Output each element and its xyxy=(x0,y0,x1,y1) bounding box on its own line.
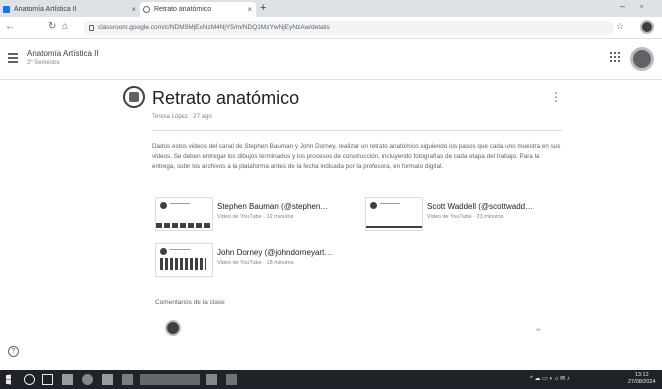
task-view-icon[interactable] xyxy=(42,374,53,385)
home-icon[interactable]: ⌂ xyxy=(62,21,68,32)
help-icon[interactable]: ? xyxy=(8,346,19,357)
clock-date: 27/08/2024 xyxy=(628,379,656,385)
attachment-card[interactable]: John Dorney (@johndorneyart… Video de Yo… xyxy=(155,243,345,277)
attachment-title: Scott Waddell (@scottwadd… xyxy=(427,202,534,211)
back-arrow-icon[interactable]: ← xyxy=(5,21,15,32)
browser-toolbar: ← ↻ ⌂ classroom.google.com/c/NDM5MjExNzM… xyxy=(0,17,662,39)
clock-time: 13:12 xyxy=(634,372,649,378)
attachment-subtitle: Video de YouTube · 18 minutos xyxy=(217,260,294,266)
reload-icon[interactable]: ↻ xyxy=(48,21,56,32)
attachment-title: Stephen Bauman (@stephen… xyxy=(217,202,329,211)
taskbar-clock[interactable]: 13:12 27/08/2024 xyxy=(628,372,656,386)
classroom-favicon-icon xyxy=(3,6,10,13)
attachment-card[interactable]: Scott Waddell (@scottwadd… Video de YouT… xyxy=(365,197,565,231)
commenter-avatar xyxy=(165,320,181,336)
tab-title: Anatomía Artística II xyxy=(14,6,77,13)
divider xyxy=(152,130,562,131)
more-options-icon[interactable]: ⋮ xyxy=(550,90,562,104)
search-icon[interactable] xyxy=(24,374,35,385)
active-app-icon[interactable] xyxy=(140,374,200,385)
restore-icon[interactable]: ▫ xyxy=(640,1,643,11)
class-comments-label[interactable]: Comentarios de la clase xyxy=(155,299,225,306)
address-bar[interactable]: classroom.google.com/c/NDM5MjExNzM4NjY5/… xyxy=(84,21,614,35)
browser-taskbar-icon[interactable] xyxy=(82,374,93,385)
windows-start-icon[interactable] xyxy=(6,374,11,385)
windows-taskbar: ^ ☁ ▭ ◐ ⌂ ✉ ♪ 13:12 27/08/2024 xyxy=(0,370,662,389)
course-section: 2º Semestre xyxy=(27,60,60,66)
globe-icon xyxy=(143,6,150,13)
attachment-title: John Dorney (@johndorneyart… xyxy=(217,248,333,257)
file-explorer-icon[interactable] xyxy=(62,374,73,385)
app-icon[interactable] xyxy=(226,374,237,385)
send-icon[interactable]: ➢ xyxy=(535,325,542,334)
attachment-subtitle: Video de YouTube · 23 minutos xyxy=(427,214,504,220)
assignment-icon xyxy=(123,86,145,108)
lock-icon xyxy=(89,25,94,31)
video-thumbnail xyxy=(365,197,423,231)
system-tray-icons[interactable]: ^ ☁ ▭ ◐ ⌂ ✉ ♪ xyxy=(530,375,570,382)
url-text: classroom.google.com/c/NDM5MjExNzM4NjY5/… xyxy=(98,24,330,31)
post-description: Dados estos videos del canal de Stephen … xyxy=(152,143,561,170)
extensions-icon[interactable]: ☆ xyxy=(616,21,624,32)
course-name[interactable]: Anatomía Artística II xyxy=(27,49,99,58)
post-meta: Teresa López · 27 ago xyxy=(152,114,212,120)
browser-profile-avatar[interactable] xyxy=(640,20,654,34)
browser-tab-classroom[interactable]: Anatomía Artística II × xyxy=(0,2,140,17)
close-icon[interactable]: × xyxy=(131,2,136,17)
minimize-icon[interactable]: – xyxy=(620,1,625,11)
browser-tab-active[interactable]: Retrato anatómico × xyxy=(140,2,256,17)
new-tab-icon[interactable]: + xyxy=(260,2,266,14)
app-icon[interactable] xyxy=(122,374,133,385)
mail-icon[interactable] xyxy=(102,374,113,385)
tab-title: Retrato anatómico xyxy=(154,6,212,13)
video-thumbnail xyxy=(155,243,213,277)
close-icon[interactable]: × xyxy=(247,2,252,17)
classroom-header: Anatomía Artística II 2º Semestre xyxy=(0,40,662,80)
post-title: Retrato anatómico xyxy=(152,88,300,108)
browser-tab-strip: Anatomía Artística II × Retrato anatómic… xyxy=(0,0,662,17)
google-apps-icon[interactable] xyxy=(610,52,620,62)
menu-icon[interactable] xyxy=(8,53,18,65)
attachment-subtitle: Video de YouTube · 12 minutos xyxy=(217,214,294,220)
video-thumbnail xyxy=(155,197,213,231)
app-icon[interactable] xyxy=(206,374,217,385)
account-avatar[interactable] xyxy=(630,47,654,71)
attachment-card[interactable]: Stephen Bauman (@stephen… Video de YouTu… xyxy=(155,197,345,231)
